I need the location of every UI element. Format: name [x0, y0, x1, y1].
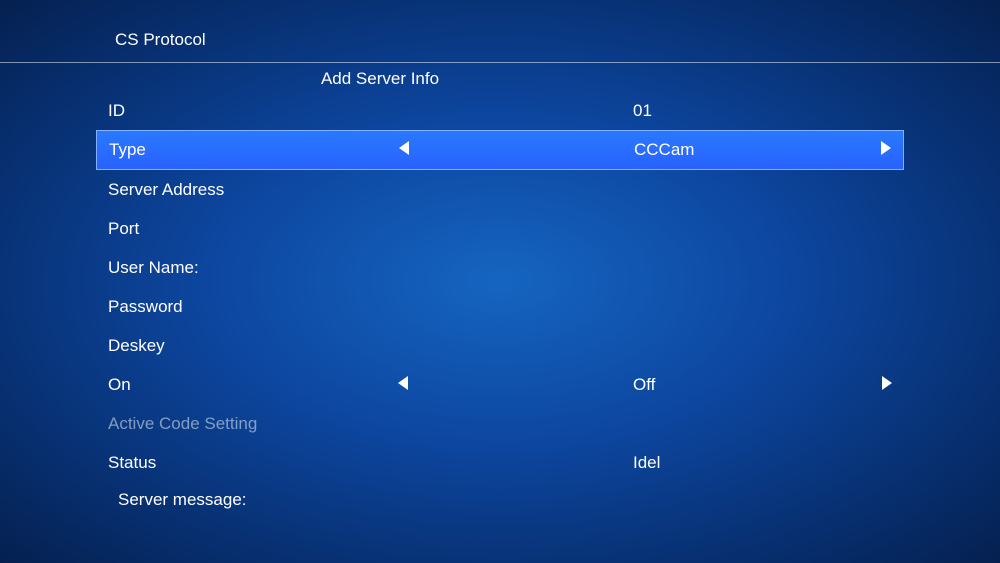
id-label: ID	[108, 101, 388, 121]
server-message-label: Server message:	[118, 490, 247, 510]
user-name-label: User Name:	[108, 258, 388, 278]
deskey-label: Deskey	[108, 336, 388, 356]
row-password[interactable]: Password	[98, 287, 902, 326]
form-content: ID 01 Type CCCam Server Address Port	[0, 91, 1000, 518]
active-code-label: Active Code Setting	[108, 414, 388, 434]
server-address-label: Server Address	[108, 180, 388, 200]
type-prev-arrow[interactable]	[389, 140, 419, 160]
type-value: CCCam	[419, 140, 861, 160]
row-port[interactable]: Port	[98, 209, 902, 248]
status-label: Status	[108, 453, 388, 473]
on-next-arrow[interactable]	[862, 375, 892, 395]
row-on[interactable]: On Off	[98, 365, 902, 404]
row-active-code-setting: Active Code Setting	[98, 404, 902, 443]
row-server-address[interactable]: Server Address	[98, 170, 902, 209]
row-status: Status Idel	[98, 443, 902, 482]
on-prev-arrow[interactable]	[388, 375, 418, 395]
chevron-right-icon	[882, 376, 892, 390]
id-value: 01	[418, 101, 862, 121]
row-type[interactable]: Type CCCam	[96, 130, 904, 170]
status-value: Idel	[418, 453, 862, 473]
page-title: CS Protocol	[0, 0, 1000, 62]
password-label: Password	[108, 297, 388, 317]
chevron-left-icon	[399, 141, 409, 155]
cs-protocol-screen: CS Protocol Add Server Info ID 01 Type C…	[0, 0, 1000, 563]
type-label: Type	[109, 140, 389, 160]
subtitle: Add Server Info	[0, 63, 1000, 91]
on-value: Off	[418, 375, 862, 395]
row-id[interactable]: ID 01	[98, 91, 902, 130]
chevron-right-icon	[881, 141, 891, 155]
type-next-arrow[interactable]	[861, 140, 891, 160]
on-label: On	[108, 375, 388, 395]
chevron-left-icon	[398, 376, 408, 390]
port-label: Port	[108, 219, 388, 239]
row-user-name[interactable]: User Name:	[98, 248, 902, 287]
row-server-message: Server message:	[98, 482, 902, 518]
row-deskey[interactable]: Deskey	[98, 326, 902, 365]
